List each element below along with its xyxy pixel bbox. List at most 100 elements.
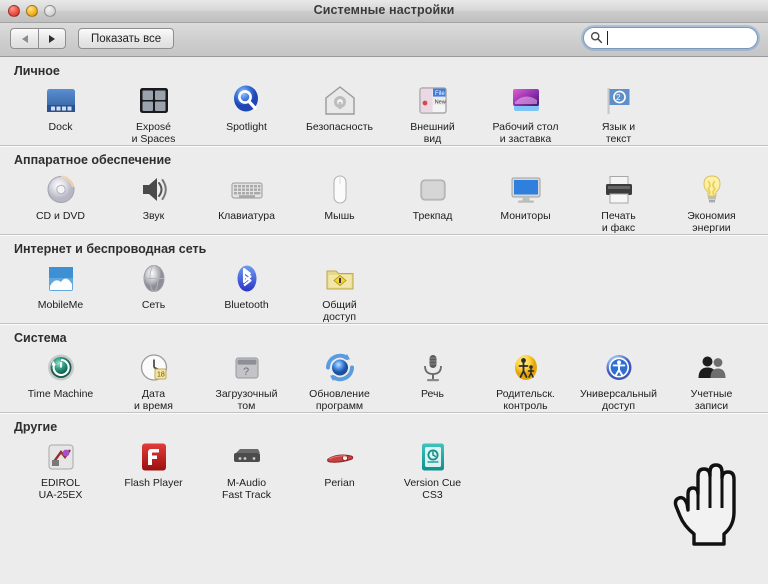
keyboard-icon (230, 173, 264, 207)
perian-icon (323, 440, 357, 474)
sharing-icon (323, 262, 357, 296)
pref-pane-software-update[interactable]: Обновление программ (293, 349, 386, 412)
pref-pane-parental-controls[interactable]: Родительск. контроль (479, 349, 572, 412)
pref-pane-label: Exposé и Spaces (131, 121, 176, 145)
section-title: Личное (14, 64, 60, 78)
pref-pane-trackpad[interactable]: Трекпад (386, 171, 479, 234)
pref-pane-label: Рабочий стол и заставка (492, 121, 559, 145)
pref-pane-sound[interactable]: Звук (107, 171, 200, 234)
pref-pane-label: Печать и факс (601, 210, 636, 234)
back-button[interactable] (10, 28, 38, 49)
pref-pane-perian[interactable]: Perian (293, 438, 386, 501)
mouse-icon (323, 173, 357, 207)
svg-text:File: File (435, 91, 445, 97)
desktop-screensaver-icon (509, 84, 543, 118)
preference-pane-row: EDIROL UA-25EX Flash Player M-Audio Fast Tra… (0, 438, 768, 501)
pref-pane-expose-spaces[interactable]: Exposé и Spaces (107, 82, 200, 145)
pref-pane-label: Универсальный доступ (580, 388, 657, 412)
pref-pane-flash-player[interactable]: Flash Player (107, 438, 200, 501)
pref-pane-mouse[interactable]: Мышь (293, 171, 386, 234)
forward-button[interactable] (38, 28, 66, 49)
pref-pane-label: MobileMe (37, 299, 84, 311)
pref-pane-m-audio[interactable]: M-Audio Fast Track (200, 438, 293, 501)
pref-pane-time-machine[interactable]: Time Machine (14, 349, 107, 412)
section-title: Система (14, 331, 67, 345)
m-audio-icon (230, 440, 264, 474)
preference-pane-row: Time Machine 18 Дата и время? Загрузочный том… (0, 349, 768, 412)
section-title: Интернет и беспроводная сеть (14, 242, 207, 256)
speech-icon (416, 351, 450, 385)
mobileme-icon (44, 262, 78, 296)
pref-pane-language-text[interactable]: 2 Язык и текст (572, 82, 665, 145)
preferences-section: Личное Dock Exposé и Spaces Spotlight Безопас… (0, 57, 768, 145)
pref-pane-accounts[interactable]: Учетные записи (665, 349, 758, 412)
pref-pane-label: Мышь (324, 210, 355, 222)
search-icon (590, 31, 603, 44)
pref-pane-label: Трекпад (412, 210, 453, 222)
chevron-right-icon (49, 34, 55, 43)
pref-pane-label: Bluetooth (224, 299, 269, 311)
spotlight-icon (230, 84, 264, 118)
pref-pane-label: Речь (421, 388, 444, 400)
flash-player-icon (137, 440, 171, 474)
time-machine-icon (44, 351, 78, 385)
print-fax-icon (602, 173, 636, 207)
pref-pane-print-fax[interactable]: Печать и факс (572, 171, 665, 234)
preferences-content: Личное Dock Exposé и Spaces Spotlight Безопас… (0, 57, 768, 584)
pref-pane-label: Сеть (141, 299, 166, 311)
pref-pane-dock[interactable]: Dock (14, 82, 107, 145)
pref-pane-energy-saver[interactable]: Экономия энергии (665, 171, 758, 234)
universal-access-icon (602, 351, 636, 385)
preferences-section: Интернет и беспроводная сеть MobileMe Сеть… (0, 234, 768, 323)
pref-pane-speech[interactable]: Речь (386, 349, 479, 412)
date-time-icon: 18 (137, 351, 171, 385)
pref-pane-label: EDIROL UA-25EX (38, 477, 83, 501)
pref-pane-universal-access[interactable]: Универсальный доступ (572, 349, 665, 412)
pref-pane-label: Родительск. контроль (496, 388, 555, 412)
accounts-icon (695, 351, 729, 385)
parental-controls-icon (509, 351, 543, 385)
preferences-section: Аппаратное обеспечение CD и DVD Звук Клавиа… (0, 145, 768, 234)
startup-disk-icon: ? (230, 351, 264, 385)
pref-pane-label: CD и DVD (35, 210, 86, 222)
svg-text:?: ? (243, 366, 249, 378)
edirol-icon (44, 440, 78, 474)
energy-saver-icon (695, 173, 729, 207)
section-title: Аппаратное обеспечение (14, 153, 172, 167)
pref-pane-startup-disk[interactable]: ? Загрузочный том (200, 349, 293, 412)
pref-pane-keyboard[interactable]: Клавиатура (200, 171, 293, 234)
pref-pane-sharing[interactable]: Общий доступ (293, 260, 386, 323)
show-all-button[interactable]: Показать все (78, 28, 175, 49)
network-icon (137, 262, 171, 296)
search-field-wrapper[interactable] (583, 27, 758, 49)
appearance-icon: File New (416, 84, 450, 118)
pref-pane-label: Безопасность (306, 121, 373, 133)
search-input[interactable] (583, 27, 758, 49)
svg-text:18: 18 (157, 372, 165, 379)
dock-icon (44, 84, 78, 118)
pref-pane-label: Time Machine (27, 388, 94, 400)
pref-pane-label: Обновление программ (309, 388, 370, 412)
pref-pane-label: Version Cue CS3 (403, 477, 462, 501)
pref-pane-label: Внешний вид (410, 121, 455, 145)
pref-pane-network[interactable]: Сеть (107, 260, 200, 323)
pref-pane-bluetooth[interactable]: Bluetooth (200, 260, 293, 323)
pref-pane-displays[interactable]: Мониторы (479, 171, 572, 234)
pref-pane-version-cue[interactable]: Version Cue CS3 (386, 438, 479, 501)
pref-pane-mobileme[interactable]: MobileMe (14, 260, 107, 323)
expose-spaces-icon (137, 84, 171, 118)
pref-pane-spotlight[interactable]: Spotlight (200, 82, 293, 145)
pref-pane-date-time[interactable]: 18 Дата и время (107, 349, 200, 412)
sound-icon (137, 173, 171, 207)
svg-text:2: 2 (616, 93, 621, 102)
trackpad-icon (416, 173, 450, 207)
pref-pane-label: Учетные записи (690, 388, 733, 412)
pref-pane-desktop-screensaver[interactable]: Рабочий стол и заставка (479, 82, 572, 145)
pref-pane-edirol[interactable]: EDIROL UA-25EX (14, 438, 107, 501)
pref-pane-label: Flash Player (124, 477, 183, 489)
pref-pane-cd-dvd[interactable]: CD и DVD (14, 171, 107, 234)
pref-pane-security[interactable]: Безопасность (293, 82, 386, 145)
pref-pane-appearance[interactable]: File New Внешний вид (386, 82, 479, 145)
preferences-section: Система Time Machine 18 Дата и время? Загрузо… (0, 323, 768, 412)
pref-pane-label: Общий доступ (322, 299, 357, 323)
